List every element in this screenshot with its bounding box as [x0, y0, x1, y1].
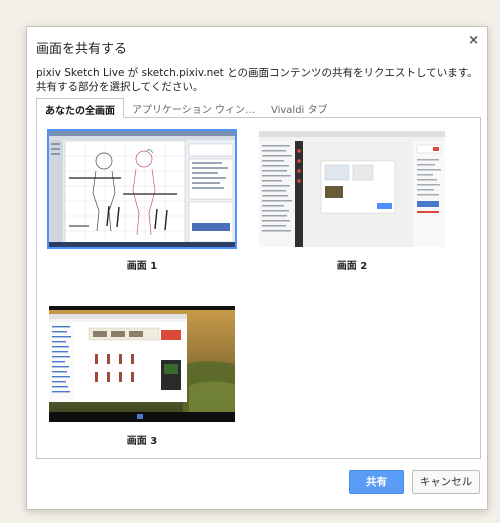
screen-list-panel: 画面 1 画面 2 画面 3 [36, 117, 481, 459]
screen-2-thumbnail [259, 131, 445, 247]
screen-3-thumbnail [49, 306, 235, 422]
cancel-button[interactable]: キャンセル [412, 470, 480, 494]
share-screen-dialog: 画面を共有する × pixiv Sketch Live が sketch.pix… [26, 26, 488, 510]
screen-3-caption: 画面 3 [126, 436, 158, 447]
screen-option-2[interactable]: 画面 2 [259, 131, 445, 272]
screen-1-caption: 画面 1 [126, 261, 158, 272]
tab-entire-screen[interactable]: あなたの全画面 [36, 98, 124, 118]
dialog-description: pixiv Sketch Live が sketch.pixiv.net との画… [36, 67, 478, 93]
close-icon[interactable]: × [468, 33, 479, 48]
tab-bar: あなたの全画面 アプリケーション ウィン… Vivaldi タブ [36, 98, 336, 118]
tab-vivaldi-tab[interactable]: Vivaldi タブ [263, 98, 336, 118]
tab-application-window[interactable]: アプリケーション ウィン… [124, 98, 263, 118]
screen-1-thumbnail [47, 129, 237, 249]
screen-option-1[interactable]: 画面 1 [47, 129, 237, 272]
share-button[interactable]: 共有 [349, 470, 404, 494]
screen-2-caption: 画面 2 [336, 261, 368, 272]
dialog-title: 画面を共有する [36, 42, 128, 57]
screen-option-3[interactable]: 画面 3 [49, 306, 235, 447]
